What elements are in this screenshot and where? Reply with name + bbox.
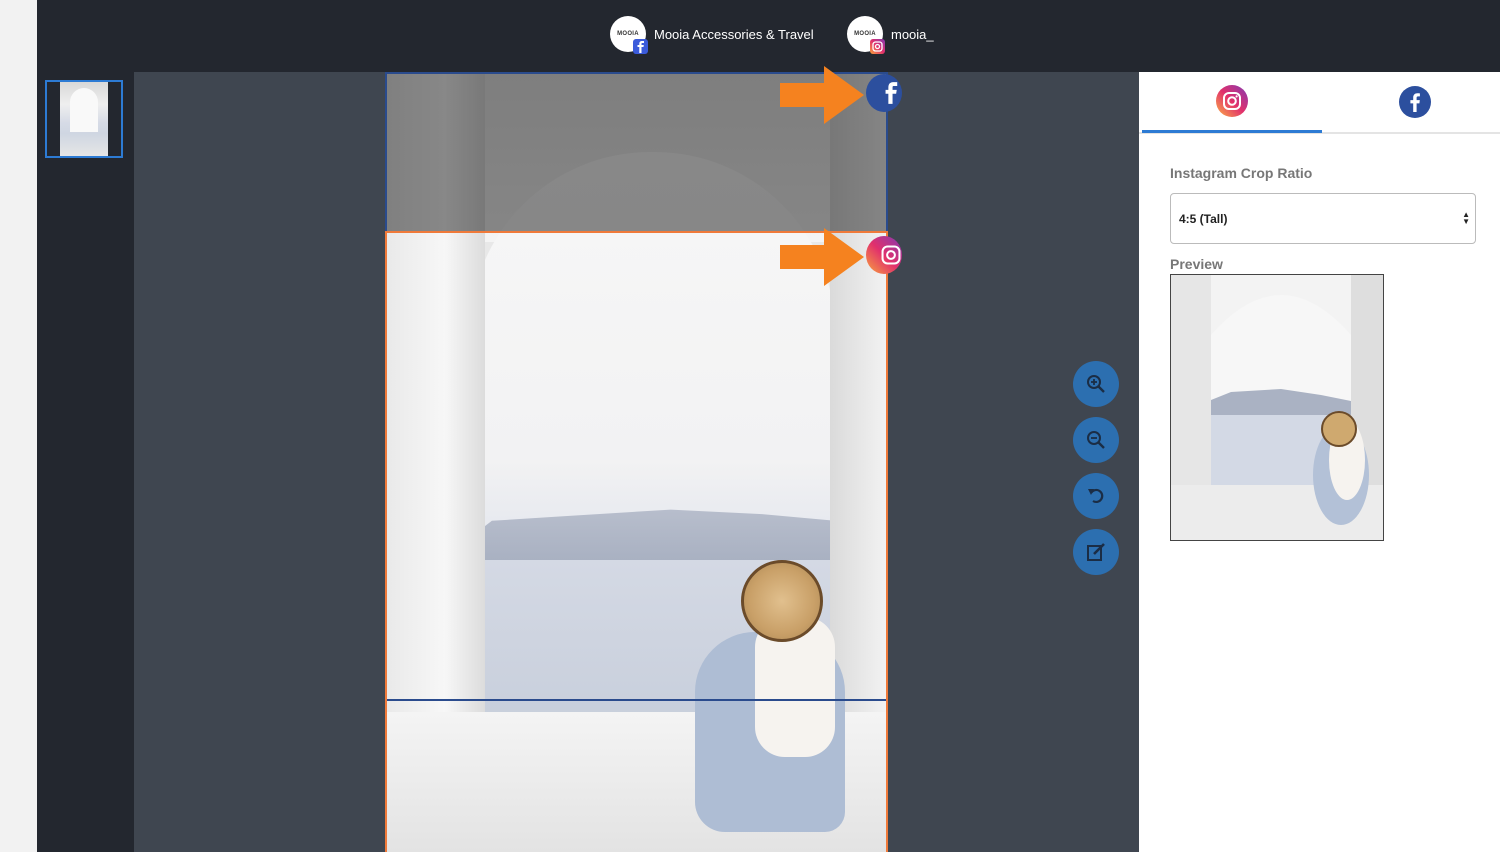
instagram-crop-frame[interactable] — [385, 231, 888, 852]
zoom-out-button[interactable] — [1073, 417, 1119, 463]
edit-button[interactable] — [1073, 529, 1119, 575]
tab-instagram[interactable] — [1142, 72, 1322, 133]
tab-facebook[interactable] — [1325, 72, 1500, 132]
select-arrows-icon: ▲▼ — [1462, 211, 1470, 225]
rotate-icon — [1086, 486, 1106, 506]
avatar: MOOIA — [847, 16, 883, 52]
avatar-logo-text: MOOIA — [617, 31, 639, 37]
thumbnail-strip — [37, 72, 134, 852]
thumbnail-image — [60, 82, 108, 156]
facebook-icon — [633, 39, 648, 54]
crop-ratio-value: 4:5 (Tall) — [1179, 212, 1227, 226]
account-facebook[interactable]: MOOIA Mooia Accessories & Travel — [610, 15, 814, 53]
preview-label: Preview — [1170, 256, 1223, 272]
left-margin — [0, 0, 37, 852]
account-instagram[interactable]: MOOIA mooia_ — [847, 15, 934, 53]
crop-preview — [1170, 274, 1384, 541]
zoom-in-icon — [1086, 374, 1106, 394]
instagram-icon — [1216, 85, 1248, 117]
preview-image — [1171, 275, 1384, 541]
facebook-icon — [866, 74, 902, 112]
top-bar: MOOIA Mooia Accessories & Travel MOOIA m… — [37, 0, 1500, 72]
network-tabs — [1139, 72, 1500, 134]
instagram-icon — [866, 236, 902, 274]
crop-ratio-select[interactable]: 4:5 (Tall) ▲▼ — [1170, 193, 1476, 244]
rotate-button[interactable] — [1073, 473, 1119, 519]
zoom-in-button[interactable] — [1073, 361, 1119, 407]
edit-icon — [1086, 542, 1106, 562]
crop-ratio-label: Instagram Crop Ratio — [1170, 165, 1312, 181]
account-name: mooia_ — [891, 27, 934, 42]
avatar: MOOIA — [610, 16, 646, 52]
photo-thumbnail[interactable] — [45, 80, 123, 158]
zoom-out-icon — [1086, 430, 1106, 450]
facebook-icon — [1399, 86, 1431, 118]
settings-panel: Instagram Crop Ratio 4:5 (Tall) ▲▼ Previ… — [1139, 72, 1500, 852]
avatar-logo-text: MOOIA — [854, 31, 876, 37]
arrow-right-icon — [780, 228, 864, 286]
arrow-right-icon — [780, 66, 864, 124]
account-name: Mooia Accessories & Travel — [654, 27, 814, 42]
instagram-icon — [870, 39, 885, 54]
